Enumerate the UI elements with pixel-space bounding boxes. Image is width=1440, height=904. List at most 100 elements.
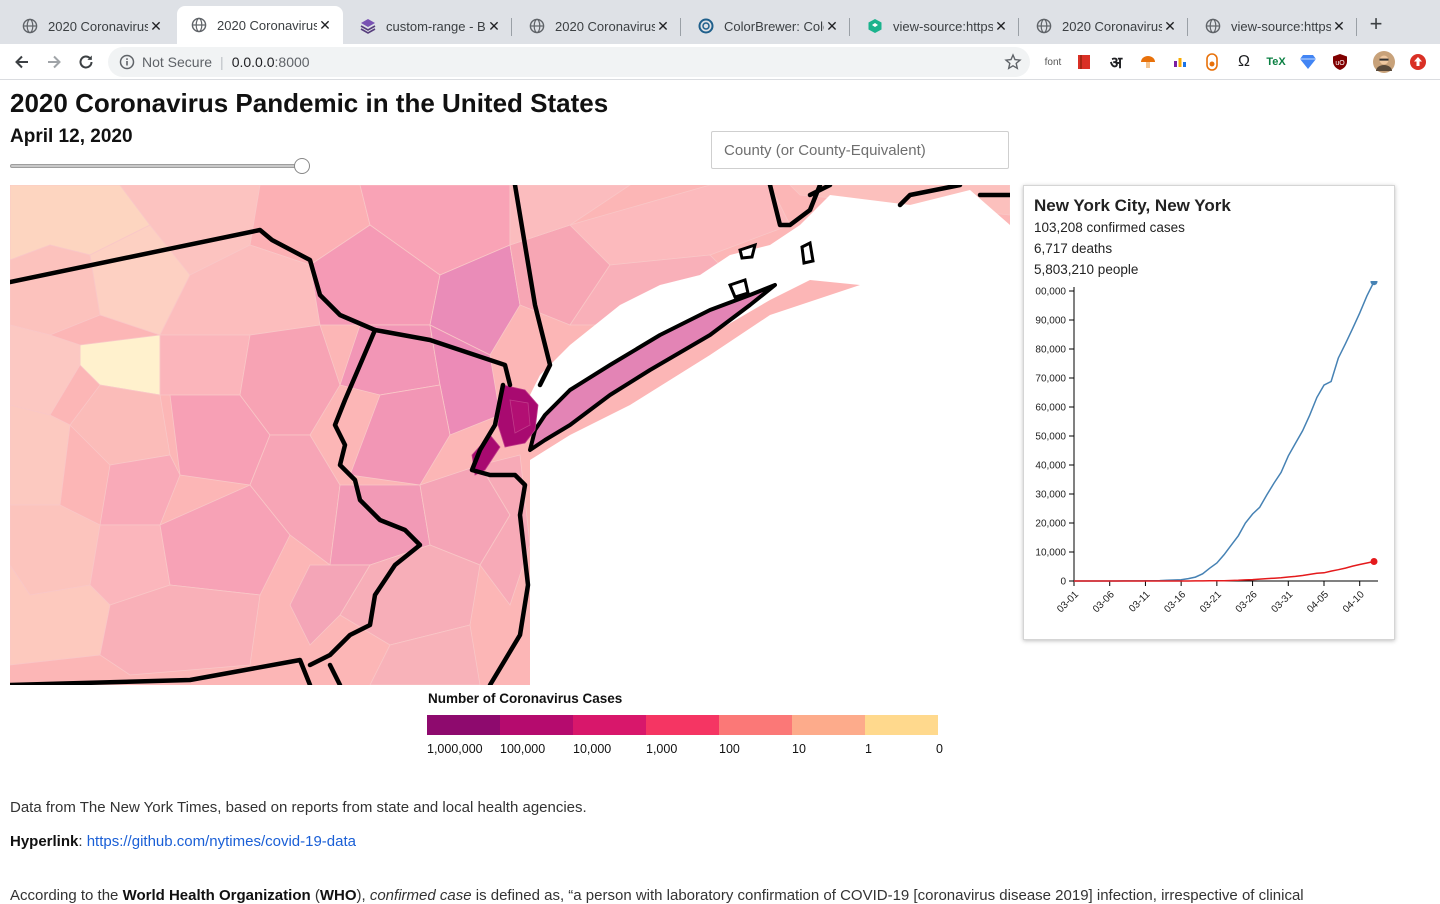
divider: | — [220, 54, 224, 70]
hindi-extension-icon[interactable]: अ — [1105, 51, 1127, 73]
tooltip-cases: 103,208 confirmed cases — [1034, 220, 1185, 235]
tab-separator — [1018, 18, 1019, 36]
series-endpoint-0 — [1370, 281, 1378, 286]
page-title: 2020 Coronavirus Pandemic in the United … — [10, 88, 609, 118]
legend-swatch — [500, 715, 573, 735]
back-button[interactable] — [10, 50, 34, 74]
hyperlink-colon: : — [78, 833, 83, 850]
county-tooltip-panel: New York City, New York 103,208 confirme… — [1023, 185, 1395, 640]
close-tab-icon[interactable]: ✕ — [1331, 18, 1347, 35]
browser-toolbar: Not Secure | 0.0.0.0:8000 font अ Ω TeX u… — [0, 44, 1440, 80]
x-tick-label: 03-16 — [1162, 589, 1188, 615]
browser-tab[interactable]: custom-range - Bo ✕ — [346, 8, 512, 44]
who-abbr: WHO — [319, 887, 357, 904]
legend-label: 10,000 — [573, 742, 612, 756]
legend-swatch — [865, 715, 938, 735]
close-tab-icon[interactable]: ✕ — [317, 17, 333, 34]
x-tick-label: 03-31 — [1269, 589, 1295, 615]
tab-strip: 2020 Coronavirus ✕ 2020 Coronavirus ✕ custom… — [0, 0, 1440, 44]
hyperlink-line: Hyperlink: https://github.com/nytimes/co… — [10, 833, 356, 850]
browser-tab[interactable]: 2020 Coronavirus ✕ — [1022, 8, 1188, 44]
y-tick-label: 00,000 — [1035, 287, 1066, 298]
info-icon[interactable] — [119, 54, 135, 70]
cases-line-chart: 0 10,000 20,000 30,000 40,000 50,000 60,000 70,… — [1035, 281, 1378, 615]
tooltip-deaths: 6,717 deaths — [1034, 241, 1113, 256]
slider-track[interactable] — [10, 164, 300, 168]
choropleth-map[interactable] — [10, 185, 1010, 685]
tab-title: 2020 Coronavirus — [217, 17, 317, 33]
series-endpoint-1 — [1370, 558, 1378, 566]
browser-tab[interactable]: view-source:https ✕ — [853, 8, 1019, 44]
reload-icon — [79, 55, 93, 69]
bookmark-star-icon[interactable] — [1004, 53, 1022, 71]
reload-button[interactable] — [74, 50, 98, 74]
x-tick-label: 03-06 — [1091, 589, 1117, 615]
bootstrap-icon — [360, 18, 376, 34]
globe-icon — [1205, 18, 1221, 34]
y-tick-label: 90,000 — [1035, 316, 1066, 327]
x-tick-label: 03-01 — [1055, 589, 1081, 615]
legend-label: 100,000 — [500, 742, 546, 756]
y-tick-label: 30,000 — [1035, 490, 1066, 501]
date-slider[interactable] — [10, 158, 310, 174]
tab-title: view-source:https — [1231, 18, 1331, 34]
browser-tab[interactable]: 2020 Coronavirus ✕ — [515, 8, 681, 44]
date-label: April 12, 2020 — [10, 126, 133, 147]
close-tab-icon[interactable]: ✕ — [486, 18, 502, 35]
font-extension-icon[interactable]: font — [1042, 51, 1064, 73]
url-port: :8000 — [274, 54, 310, 70]
pill-extension-icon[interactable] — [1201, 51, 1223, 73]
legend-swatch — [573, 715, 646, 735]
tooltip-population: 5,803,210 people — [1034, 262, 1139, 277]
close-tab-icon[interactable]: ✕ — [993, 18, 1009, 35]
red-book-extension-icon[interactable] — [1073, 51, 1095, 73]
omega-extension-icon[interactable]: Ω — [1233, 51, 1255, 73]
browser-tab[interactable]: 2020 Coronavirus ✕ — [8, 8, 174, 44]
legend-label: 1,000,000 — [427, 742, 483, 756]
county-map-svg[interactable] — [10, 185, 1010, 685]
x-tick-label: 03-26 — [1234, 589, 1260, 615]
close-tab-icon[interactable]: ✕ — [1162, 18, 1178, 35]
legend-label: 100 — [719, 742, 740, 756]
update-icon[interactable] — [1407, 51, 1429, 73]
nytimes-data-link[interactable]: https://github.com/nytimes/covid-19-data — [87, 833, 356, 850]
back-arrow-icon — [15, 55, 28, 69]
who-mid: ), — [356, 887, 370, 904]
slider-thumb[interactable] — [294, 158, 310, 174]
confirmed-case-term: confirmed case — [369, 887, 472, 904]
legend-label: 10 — [792, 742, 806, 756]
x-tick-label: 03-21 — [1198, 589, 1224, 615]
series-line-0 — [1074, 281, 1375, 582]
mushroom-extension-icon[interactable] — [1137, 51, 1159, 73]
gem-extension-icon[interactable] — [1297, 51, 1319, 73]
legend-label: 0 — [936, 742, 943, 756]
browser-tab[interactable]: view-source:https ✕ — [1191, 8, 1357, 44]
legend-title: Number of Coronavirus Cases — [428, 691, 623, 706]
globe-icon — [1036, 18, 1052, 34]
globe-icon — [22, 18, 38, 34]
legend-swatch — [719, 715, 792, 735]
legend-swatch — [792, 715, 865, 735]
tab-separator — [849, 18, 850, 36]
county-search-input[interactable] — [711, 131, 1009, 169]
browser-tab[interactable]: 2020 Coronavirus ✕ — [177, 6, 343, 44]
y-tick-label: 80,000 — [1035, 345, 1066, 356]
globe-icon — [529, 18, 545, 34]
bars-extension-icon[interactable] — [1169, 51, 1191, 73]
close-tab-icon[interactable]: ✕ — [824, 18, 840, 35]
x-tick-label: 04-05 — [1305, 589, 1331, 615]
x-tick-label: 04-10 — [1341, 589, 1367, 615]
tex-extension-icon[interactable]: TeX — [1265, 51, 1287, 73]
y-tick-label: 50,000 — [1035, 432, 1066, 443]
close-tab-icon[interactable]: ✕ — [655, 18, 671, 35]
browser-tab[interactable]: ColorBrewer: Colo ✕ — [684, 8, 850, 44]
legend-swatch — [646, 715, 719, 735]
profile-avatar[interactable] — [1373, 51, 1395, 73]
new-tab-button[interactable]: + — [1364, 12, 1388, 36]
legend-label: 1,000 — [646, 742, 678, 756]
forward-button[interactable] — [42, 50, 66, 74]
address-bar[interactable]: Not Secure | 0.0.0.0:8000 — [108, 47, 1030, 77]
ublock-shield-icon[interactable]: uO — [1329, 51, 1351, 73]
close-tab-icon[interactable]: ✕ — [148, 18, 164, 35]
tab-separator — [1187, 18, 1188, 36]
